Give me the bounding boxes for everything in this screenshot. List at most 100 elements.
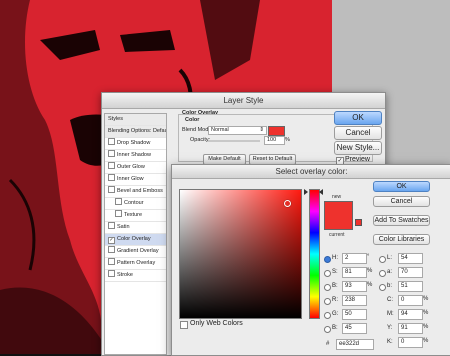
style-item-inner-shadow[interactable]: Inner Shadow xyxy=(105,150,166,162)
layer-style-titlebar: Layer Style xyxy=(102,93,385,109)
checkbox-checked[interactable]: ✓ xyxy=(108,237,115,244)
color-libraries-button[interactable]: Color Libraries xyxy=(373,234,430,245)
add-to-swatches-button[interactable]: Add To Swatches xyxy=(373,215,430,226)
opacity-input[interactable]: 100 xyxy=(264,136,285,145)
color-picker-dialog: Select overlay color: new current OK Can… xyxy=(171,164,450,356)
b3-label: b: xyxy=(387,283,393,289)
b-input[interactable]: 93 xyxy=(342,281,367,292)
layer-style-ok-button[interactable]: OK xyxy=(334,111,382,125)
a-label: a: xyxy=(387,269,393,275)
s-input[interactable]: 81 xyxy=(342,267,367,278)
style-item-pattern-overlay[interactable]: Pattern Overlay xyxy=(105,258,166,270)
k-unit: % xyxy=(423,338,429,344)
checkbox[interactable] xyxy=(115,198,122,205)
l-input[interactable]: 54 xyxy=(398,253,423,264)
green-radio[interactable] xyxy=(324,312,331,319)
hue-marker-left-icon[interactable] xyxy=(304,189,308,195)
s-label: S: xyxy=(332,269,338,275)
r-input[interactable]: 238 xyxy=(342,295,367,306)
style-item-gradient-overlay[interactable]: Gradient Overlay xyxy=(105,246,166,258)
only-web-colors-label: Only Web Colors xyxy=(190,320,243,327)
checkbox[interactable] xyxy=(108,174,115,181)
style-item-satin[interactable]: Satin xyxy=(105,222,166,234)
brightness-radio[interactable] xyxy=(324,284,331,291)
current-label: current xyxy=(329,232,345,238)
color-field-cursor[interactable] xyxy=(284,200,291,207)
checkbox[interactable] xyxy=(115,210,122,217)
layer-style-cancel-button[interactable]: Cancel xyxy=(334,126,382,140)
style-item-contour[interactable]: Contour xyxy=(105,198,166,210)
blue-radio[interactable] xyxy=(324,326,331,333)
b-label: B: xyxy=(332,283,338,289)
lab-b-radio[interactable] xyxy=(379,284,386,291)
h-label: H: xyxy=(332,255,338,261)
h-unit: ° xyxy=(367,254,370,260)
m-unit: % xyxy=(423,310,429,316)
hex-input[interactable]: ee322d xyxy=(336,339,374,350)
checkbox[interactable] xyxy=(108,138,115,145)
styles-list: Styles Blending Options: Default Drop Sh… xyxy=(104,113,167,355)
style-item-texture[interactable]: Texture xyxy=(105,210,166,222)
checkbox[interactable] xyxy=(108,270,115,277)
only-web-colors-checkbox[interactable] xyxy=(180,321,188,329)
gamut-warning-icon[interactable] xyxy=(355,219,362,226)
style-item-outer-glow[interactable]: Outer Glow xyxy=(105,162,166,174)
style-item-stroke[interactable]: Stroke xyxy=(105,270,166,282)
saturation-radio[interactable] xyxy=(324,270,331,277)
k-input[interactable]: 0 xyxy=(398,337,423,348)
c-label: C: xyxy=(387,297,393,303)
checkbox[interactable] xyxy=(108,162,115,169)
lab-b-input[interactable]: 51 xyxy=(398,281,423,292)
m-input[interactable]: 94 xyxy=(398,309,423,320)
a-input[interactable]: 70 xyxy=(398,267,423,278)
group-title: Color xyxy=(185,117,200,123)
y-unit: % xyxy=(423,324,429,330)
hue-marker-right-icon[interactable] xyxy=(319,189,323,195)
style-item-drop-shadow[interactable]: Drop Shadow xyxy=(105,138,166,150)
style-item-blending-options[interactable]: Blending Options: Default xyxy=(105,126,166,138)
style-item-color-overlay[interactable]: ✓ Color Overlay xyxy=(105,234,166,246)
opacity-unit: % xyxy=(285,137,290,143)
l-label: L: xyxy=(387,255,393,261)
checkbox[interactable] xyxy=(108,222,115,229)
checkbox[interactable] xyxy=(108,246,115,253)
style-item-styles[interactable]: Styles xyxy=(105,114,166,126)
style-item-bevel-emboss[interactable]: Bevel and Emboss xyxy=(105,186,166,198)
checkbox[interactable] xyxy=(108,258,115,265)
c-unit: % xyxy=(423,296,429,302)
picker-ok-button[interactable]: OK xyxy=(373,181,430,192)
k-label: K: xyxy=(387,339,393,345)
lab-a-radio[interactable] xyxy=(379,270,386,277)
new-color-preview xyxy=(324,201,353,230)
preview-label: Preview xyxy=(345,156,370,163)
blue-input[interactable]: 45 xyxy=(342,323,367,334)
overlay-color-swatch[interactable] xyxy=(268,126,285,136)
hue-slider[interactable] xyxy=(309,189,320,319)
checkbox[interactable] xyxy=(108,150,115,157)
lab-l-radio[interactable] xyxy=(379,256,386,263)
hue-radio[interactable] xyxy=(324,256,331,263)
red-radio[interactable] xyxy=(324,298,331,305)
m-label: M: xyxy=(387,311,394,317)
new-style-button[interactable]: New Style... xyxy=(334,141,382,155)
new-label: new xyxy=(332,194,342,200)
g-input[interactable]: 50 xyxy=(342,309,367,320)
checkbox[interactable] xyxy=(108,186,115,193)
y-input[interactable]: 91 xyxy=(398,323,423,334)
s-unit: % xyxy=(367,268,373,274)
picker-cancel-button[interactable]: Cancel xyxy=(373,196,430,207)
b-unit: % xyxy=(367,282,373,288)
opacity-slider[interactable] xyxy=(208,140,260,142)
b2-label: B: xyxy=(332,325,338,331)
r-label: R: xyxy=(332,297,338,303)
blend-mode-select[interactable]: Normal ⇕ xyxy=(208,126,267,135)
g-label: G: xyxy=(332,311,339,317)
c-input[interactable]: 0 xyxy=(398,295,423,306)
h-input[interactable]: 2 xyxy=(342,253,367,264)
style-item-inner-glow[interactable]: Inner Glow xyxy=(105,174,166,186)
color-picker-titlebar: Select overlay color: xyxy=(172,165,450,179)
color-field[interactable] xyxy=(179,189,302,319)
y-label: Y: xyxy=(387,325,393,331)
hex-label: # xyxy=(326,341,330,347)
chevron-down-icon: ⇕ xyxy=(259,127,264,133)
